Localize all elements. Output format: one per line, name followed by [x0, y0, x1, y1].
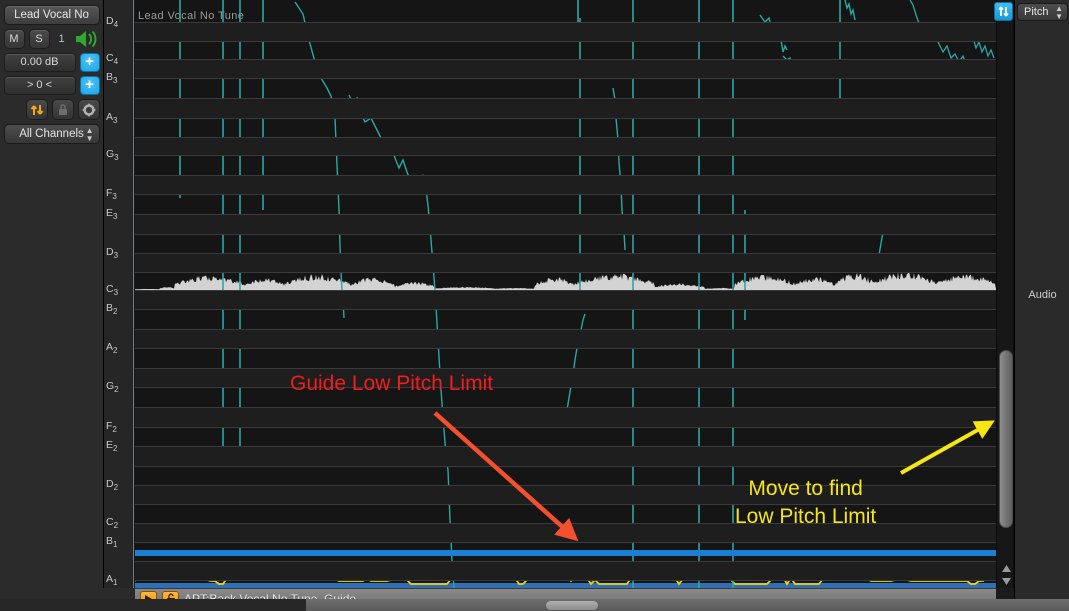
grid-line — [135, 329, 996, 330]
grid-line — [135, 118, 996, 119]
note-label: A2 — [106, 341, 118, 356]
pitch-editor-window: Lead Vocal No M S 1 0.00 dB + > 0 < + Al… — [0, 0, 1069, 611]
track-name-field[interactable]: Lead Vocal No — [3, 5, 100, 25]
chevron-updown-icon: ▲ ▼ — [85, 126, 94, 143]
red-arrow-icon — [433, 411, 579, 542]
note-label: B2 — [106, 302, 118, 317]
track-control-row: M S 1 — [3, 29, 100, 49]
mode-select-label: Pitch — [1024, 6, 1049, 18]
lock-icon[interactable] — [51, 99, 74, 120]
note-label: F2 — [106, 420, 117, 435]
grid-line — [135, 387, 996, 388]
grid-line — [135, 234, 996, 235]
gear-icon[interactable] — [77, 99, 100, 120]
vertical-scrollbar[interactable] — [996, 0, 1014, 588]
grid-band — [135, 561, 996, 580]
lane-label-audio: Audio — [1028, 289, 1057, 301]
grid-band — [135, 290, 996, 309]
grid-band — [135, 214, 996, 234]
grid-band — [135, 175, 996, 194]
track-tool-row — [4, 99, 100, 120]
grid-band — [135, 329, 996, 348]
note-label: D3 — [106, 246, 119, 261]
speaker-icon[interactable] — [74, 30, 100, 48]
grid-line — [135, 348, 996, 349]
horizontal-scrollbar-track-left — [0, 599, 306, 611]
low-pitch-limit-line[interactable] — [135, 550, 996, 556]
grid-line — [135, 155, 996, 156]
grid-band — [135, 253, 996, 272]
grid-line — [135, 98, 996, 99]
annotation-guide-low-pitch-limit: Guide Low Pitch Limit — [290, 372, 494, 395]
up-down-sync-icon[interactable] — [994, 2, 1013, 21]
grid-line — [135, 137, 996, 138]
annotation-line-2: Low Pitch Limit — [735, 505, 877, 528]
note-label: A3 — [106, 111, 118, 126]
right-lane-panel: Pitch ▲ ▼ Audio — [1014, 0, 1069, 599]
channel-select-label: All Channels — [19, 128, 84, 140]
note-label: A1 — [106, 573, 118, 588]
note-label: E3 — [106, 207, 118, 222]
mode-select[interactable]: Pitch ▲ ▼ — [1017, 3, 1068, 21]
note-label: F3 — [106, 187, 117, 202]
channel-select[interactable]: All Channels ▲ ▼ — [3, 124, 100, 144]
chevron-updown-icon: ▲ ▼ — [1055, 4, 1063, 21]
grid-band — [135, 137, 996, 155]
grid-line — [135, 309, 996, 310]
grid-line — [135, 368, 996, 369]
pitch-ruler[interactable]: D4 C4 B3 A3 G3 F3 E3 D3 C3 B2 A2 G2 F2 E2 D2 C2 B1 A1 — [104, 0, 134, 588]
pan-row: > 0 < + — [3, 76, 100, 95]
triangle-up-icon[interactable] — [1000, 563, 1012, 574]
grid-band — [135, 368, 996, 387]
note-label: B3 — [106, 71, 118, 86]
note-label: G2 — [106, 380, 119, 395]
horizontal-scrollbar[interactable] — [0, 599, 1069, 611]
note-label: G3 — [106, 148, 119, 163]
note-label: C2 — [106, 516, 119, 531]
grid-line — [135, 194, 996, 195]
note-label: B1 — [106, 535, 118, 550]
yellow-arrow-icon — [900, 420, 995, 475]
grid-line — [135, 580, 996, 581]
pan-add-button[interactable]: + — [79, 76, 100, 95]
gain-field[interactable]: 0.00 dB — [3, 53, 76, 72]
grid-line — [135, 41, 996, 42]
channel-number-label: 1 — [58, 33, 65, 45]
solo-button[interactable]: S — [28, 29, 50, 49]
triangle-down-icon[interactable] — [1000, 576, 1012, 587]
grid-band — [135, 98, 996, 118]
vertical-scrollbar-thumb[interactable] — [999, 350, 1013, 528]
grid-line — [135, 272, 996, 273]
grid-line — [135, 253, 996, 254]
up-down-arrows-icon[interactable] — [25, 99, 48, 120]
note-label: C4 — [106, 52, 119, 67]
grid-line — [135, 175, 996, 176]
note-label: D2 — [106, 478, 119, 493]
annotation-move-to-find: Move to find Low Pitch Limit — [735, 475, 876, 531]
grid-line — [135, 214, 996, 215]
annotation-line-1: Move to find — [748, 477, 863, 500]
grid-band — [135, 22, 996, 41]
grid-line — [135, 290, 996, 291]
pan-field[interactable]: > 0 < — [3, 76, 76, 95]
gain-row: 0.00 dB + — [3, 53, 100, 72]
grid-band — [135, 59, 996, 78]
grid-line — [135, 561, 996, 562]
note-label: C3 — [106, 283, 119, 298]
note-label: D4 — [106, 15, 119, 30]
gain-add-button[interactable]: + — [79, 53, 100, 72]
track-header-panel: Lead Vocal No M S 1 0.00 dB + > 0 < + Al… — [0, 0, 104, 588]
horizontal-scrollbar-thumb[interactable] — [546, 601, 598, 610]
grid-line — [135, 59, 996, 60]
grid-line — [135, 78, 996, 79]
note-label: E2 — [106, 439, 118, 454]
grid-line — [135, 22, 996, 23]
mute-button[interactable]: M — [3, 29, 25, 49]
